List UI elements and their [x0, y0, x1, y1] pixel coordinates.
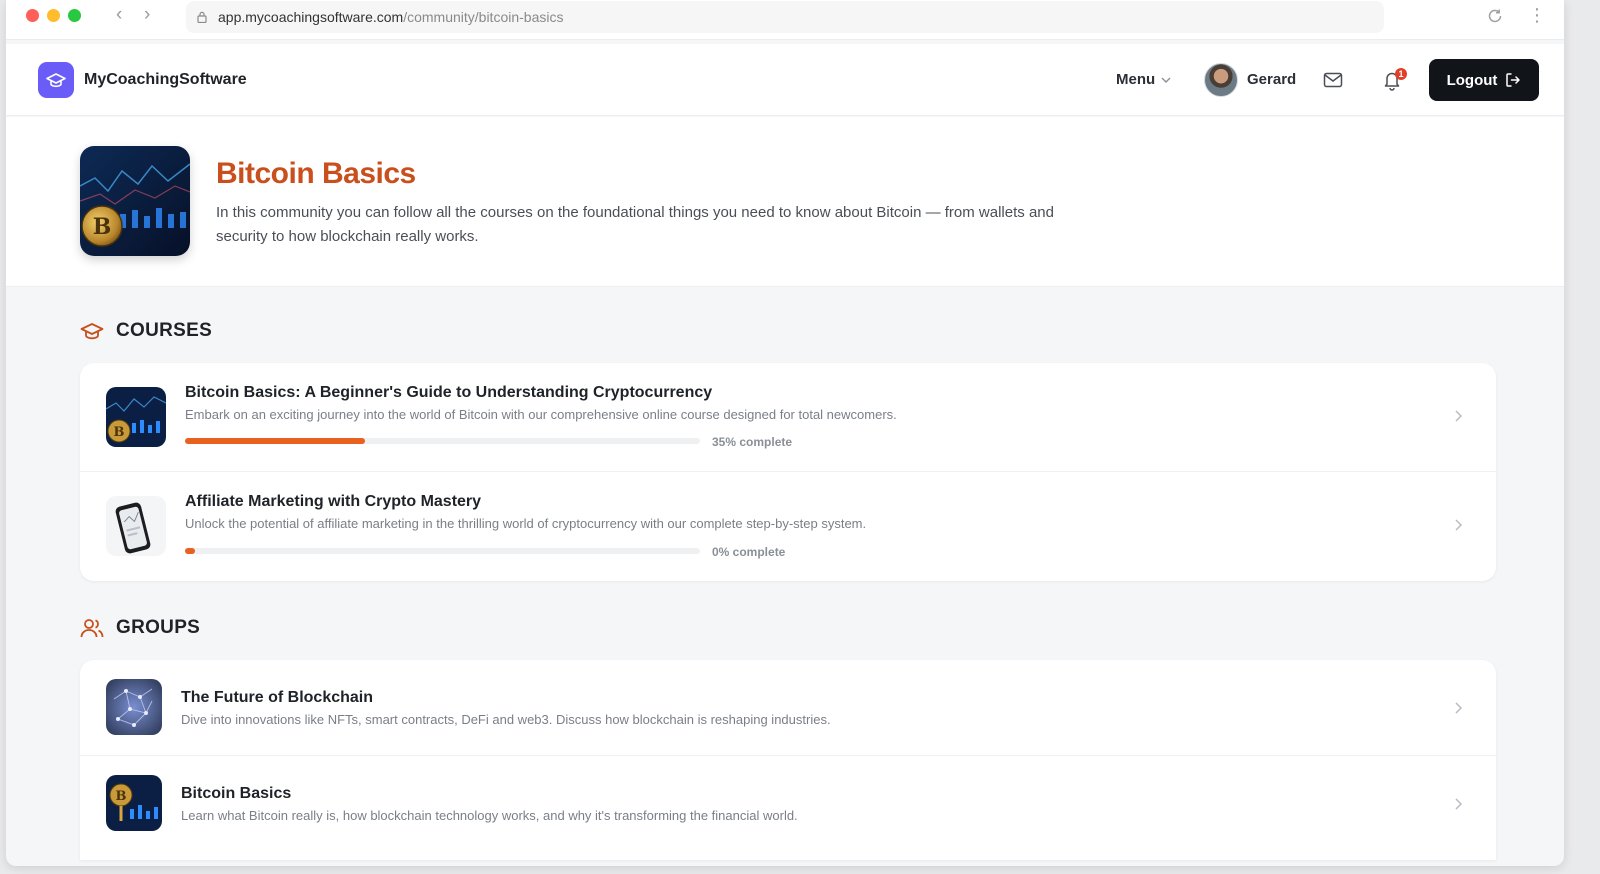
- course-thumbnail: [106, 496, 166, 556]
- browser-window: ‹ › app.mycoachingsoftware.com/community…: [6, 0, 1564, 866]
- svg-text:B: B: [116, 789, 127, 804]
- address-bar[interactable]: app.mycoachingsoftware.com/community/bit…: [186, 1, 1384, 33]
- chevron-down-icon: [1161, 77, 1171, 83]
- app-header: MyCoachingSoftware Menu Gerard 1 Logout: [6, 44, 1564, 116]
- course-row[interactable]: Affiliate Marketing with Crypto Mastery …: [80, 472, 1496, 581]
- back-arrow-icon[interactable]: ‹: [116, 5, 122, 25]
- course-progress-text: 35% complete: [712, 435, 793, 449]
- course-description: Unlock the potential of affiliate market…: [185, 516, 867, 531]
- community-image: B: [80, 146, 190, 256]
- url-path: /community/bitcoin-basics: [403, 9, 564, 25]
- chevron-right-icon: [1455, 702, 1463, 714]
- chevron-right-icon: [1455, 798, 1463, 810]
- course-progress-fill: [185, 438, 366, 444]
- course-title: Bitcoin Basics: A Beginner's Guide to Un…: [185, 384, 713, 401]
- bitcoin-chart-image: B: [80, 146, 190, 256]
- course-progress-fill: [185, 548, 196, 554]
- course-row[interactable]: B Bitcoin Basics: A Beginner's Guide to …: [80, 363, 1496, 472]
- users-icon: [80, 619, 104, 638]
- course-progress-text: 0% complete: [712, 545, 786, 559]
- groups-list: The Future of Blockchain Dive into innov…: [80, 660, 1496, 860]
- notification-badge: 1: [1395, 68, 1407, 80]
- svg-text:B: B: [93, 214, 112, 240]
- course-description: Embark on an exciting journey into the w…: [185, 407, 897, 422]
- brand-name[interactable]: MyCoachingSoftware: [84, 71, 247, 89]
- brand-logo[interactable]: [38, 62, 74, 98]
- group-title: The Future of Blockchain: [181, 689, 374, 706]
- browser-menu-icon[interactable]: ⋮: [1528, 6, 1546, 24]
- course-title: Affiliate Marketing with Crypto Mastery: [185, 493, 482, 510]
- bitcoin-chart-image: B: [106, 387, 166, 447]
- course-progress-bar: [185, 438, 700, 444]
- courses-heading-label: COURSES: [116, 320, 213, 341]
- graduation-cap-icon: [80, 323, 104, 340]
- chevron-right-icon: [1455, 410, 1463, 422]
- menu-dropdown[interactable]: Menu: [1116, 71, 1171, 88]
- forward-arrow-icon[interactable]: ›: [144, 5, 150, 25]
- course-progress-bar: [185, 548, 700, 554]
- course-thumbnail: B: [106, 387, 166, 447]
- group-thumbnail: [106, 679, 162, 735]
- maximize-window-button[interactable]: [68, 9, 81, 22]
- community-description: In this community you can follow all the…: [216, 204, 1054, 245]
- bitcoin-coin-image: B: [106, 775, 162, 831]
- phone-image: [106, 496, 166, 556]
- user-avatar[interactable]: [1204, 63, 1238, 97]
- close-window-button[interactable]: [26, 9, 39, 22]
- blockchain-network-image: [106, 679, 162, 735]
- graduation-cap-icon: [46, 73, 66, 88]
- reload-icon[interactable]: [1486, 7, 1504, 25]
- svg-text:B: B: [114, 425, 125, 440]
- logout-button[interactable]: Logout: [1429, 59, 1539, 101]
- logout-label: Logout: [1446, 71, 1498, 89]
- lock-icon: [197, 11, 207, 23]
- logout-icon: [1506, 73, 1521, 87]
- minimize-window-button[interactable]: [47, 9, 60, 22]
- community-hero: B Bitcoin Basics In this community you c…: [6, 117, 1564, 287]
- courses-heading: COURSES: [80, 320, 212, 342]
- group-row[interactable]: The Future of Blockchain Dive into innov…: [80, 660, 1496, 756]
- group-title: Bitcoin Basics: [181, 785, 292, 802]
- browser-toolbar: ‹ › app.mycoachingsoftware.com/community…: [6, 0, 1564, 40]
- menu-label: Menu: [1116, 71, 1156, 88]
- group-row[interactable]: B Bitcoin Basics Learn what Bitcoin real…: [80, 756, 1496, 860]
- groups-heading-label: GROUPS: [116, 617, 201, 638]
- group-description: Learn what Bitcoin really is, how blockc…: [181, 808, 798, 823]
- url-text: app.mycoachingsoftware.com/community/bit…: [218, 9, 563, 25]
- group-thumbnail: B: [106, 775, 162, 831]
- user-name[interactable]: Gerard: [1247, 71, 1296, 88]
- groups-heading: GROUPS: [80, 617, 200, 639]
- url-host: app.mycoachingsoftware.com: [218, 9, 404, 25]
- mail-icon[interactable]: [1323, 71, 1343, 89]
- group-description: Dive into innovations like NFTs, smart c…: [181, 712, 831, 727]
- courses-list: B Bitcoin Basics: A Beginner's Guide to …: [80, 363, 1496, 581]
- chevron-right-icon: [1455, 519, 1463, 531]
- community-title: Bitcoin Basics: [216, 157, 416, 190]
